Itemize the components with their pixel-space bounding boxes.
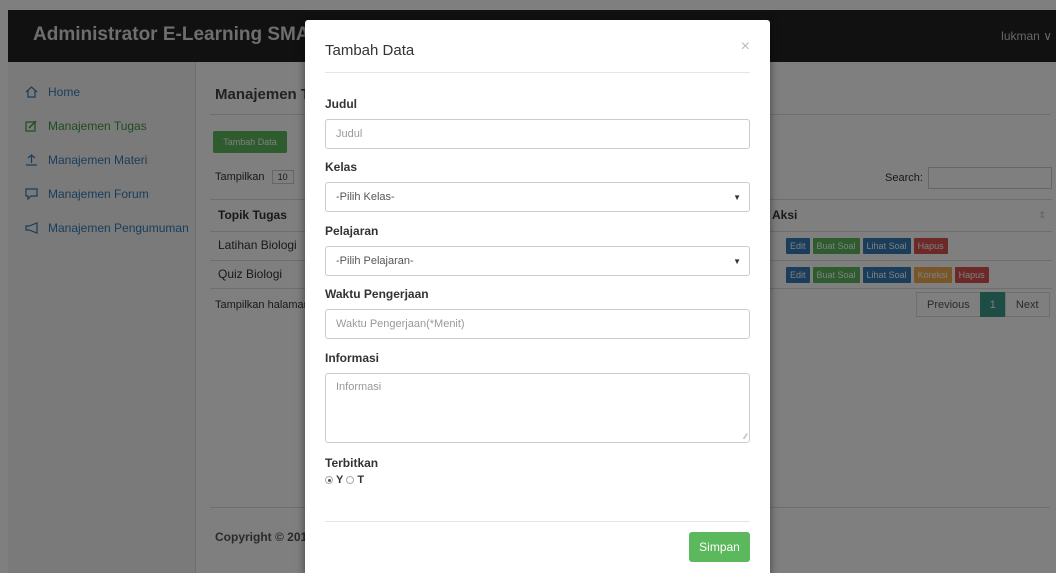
informasi-label: Informasi xyxy=(325,351,380,365)
waktu-label: Waktu Pengerjaan xyxy=(325,287,429,301)
caret-down-icon: ▼ xyxy=(733,257,741,266)
terbitkan-radio-group: Y T xyxy=(325,474,364,486)
pelajaran-label: Pelajaran xyxy=(325,224,379,238)
close-icon[interactable]: × xyxy=(741,38,750,56)
modal-title: Tambah Data xyxy=(325,42,415,59)
waktu-input[interactable]: Waktu Pengerjaan(*Menit) xyxy=(325,309,750,339)
kelas-selected: -Pilih Kelas- xyxy=(336,191,395,203)
judul-label: Judul xyxy=(325,97,357,111)
radio-t-label: T xyxy=(357,474,365,486)
resize-handle-icon[interactable]: ∕∕ xyxy=(744,432,747,441)
judul-placeholder: Judul xyxy=(336,128,363,140)
terbitkan-label: Terbitkan xyxy=(325,456,379,470)
modal-header-divider xyxy=(325,72,750,73)
add-data-modal: Tambah Data × Judul Judul Kelas -Pilih K… xyxy=(305,20,770,573)
judul-input[interactable]: Judul xyxy=(325,119,750,149)
informasi-placeholder: Informasi xyxy=(336,381,382,393)
pelajaran-select[interactable]: -Pilih Pelajaran- ▼ xyxy=(325,246,750,276)
caret-down-icon: ▼ xyxy=(733,193,741,202)
kelas-label: Kelas xyxy=(325,160,358,174)
save-button[interactable]: Simpan xyxy=(689,532,750,562)
radio-t[interactable] xyxy=(346,476,355,484)
kelas-select[interactable]: -Pilih Kelas- ▼ xyxy=(325,182,750,212)
radio-y-label: Y xyxy=(336,474,344,486)
informasi-textarea[interactable]: Informasi ∕∕ xyxy=(325,373,750,443)
pelajaran-selected: -Pilih Pelajaran- xyxy=(336,255,414,267)
modal-footer-divider xyxy=(325,521,750,522)
waktu-placeholder: Waktu Pengerjaan(*Menit) xyxy=(336,318,465,330)
radio-y[interactable] xyxy=(325,476,333,484)
